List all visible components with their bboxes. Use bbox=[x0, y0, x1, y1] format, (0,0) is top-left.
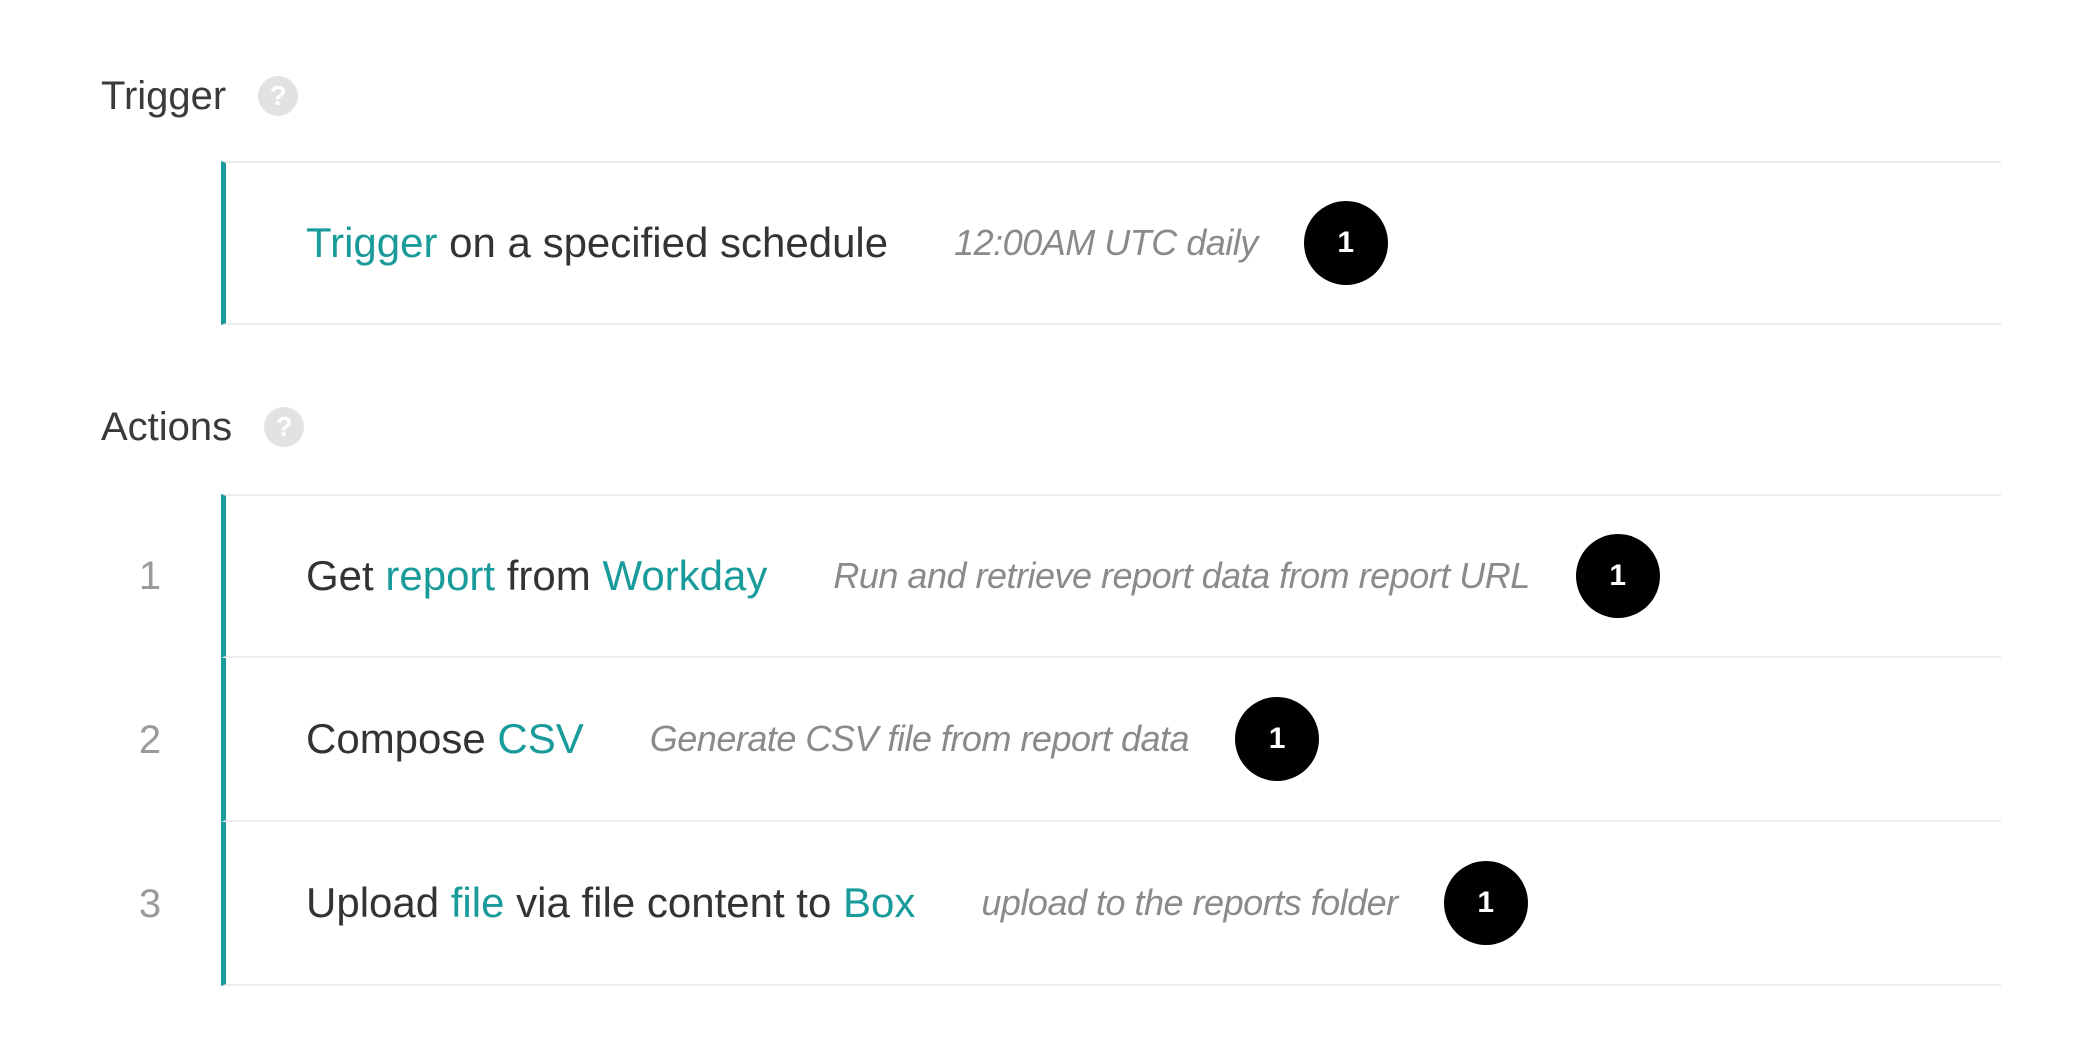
action-step-prefix: Upload bbox=[306, 879, 451, 926]
trigger-step[interactable]: Trigger on a specified schedule 12:00AM … bbox=[221, 161, 2001, 325]
trigger-section-title: Trigger ? bbox=[101, 66, 299, 126]
question-mark-icon[interactable]: ? bbox=[258, 76, 299, 116]
action-step-middle: via file content to bbox=[504, 879, 843, 926]
actions-heading: Actions bbox=[101, 404, 233, 449]
csv-link[interactable]: CSV bbox=[497, 715, 583, 762]
action-count-badge: 1 bbox=[1575, 534, 1660, 618]
box-link[interactable]: Box bbox=[843, 879, 915, 926]
trigger-heading: Trigger bbox=[101, 73, 227, 118]
action-step-number: 1 bbox=[138, 553, 162, 598]
action-step-title: Upload file via file content to Box bbox=[306, 879, 915, 927]
actions-section-title: Actions ? bbox=[101, 397, 305, 457]
report-link[interactable]: report bbox=[385, 552, 495, 599]
action-step-number: 3 bbox=[138, 881, 162, 926]
action-count-badge: 1 bbox=[1235, 697, 1320, 781]
action-step-title: Compose CSV bbox=[306, 715, 584, 763]
action-step-middle: from bbox=[495, 552, 603, 599]
trigger-count-badge: 1 bbox=[1303, 201, 1388, 285]
action-step-prefix: Compose bbox=[306, 715, 498, 762]
action-step-2[interactable]: Compose CSV Generate CSV file from repor… bbox=[221, 658, 2001, 822]
trigger-step-text: on a specified schedule bbox=[437, 219, 889, 266]
trigger-step-description: 12:00AM UTC daily bbox=[954, 222, 1258, 263]
action-step-description: Generate CSV file from report data bbox=[649, 718, 1190, 759]
trigger-link[interactable]: Trigger bbox=[306, 219, 437, 266]
workday-link[interactable]: Workday bbox=[602, 552, 767, 599]
file-link[interactable]: file bbox=[451, 879, 505, 926]
action-step-prefix: Get bbox=[306, 552, 386, 599]
trigger-step-title: Trigger on a specified schedule bbox=[306, 219, 888, 267]
question-mark-icon[interactable]: ? bbox=[264, 407, 305, 447]
action-step-title: Get report from Workday bbox=[306, 552, 767, 600]
action-step-1[interactable]: Get report from Workday Run and retrieve… bbox=[221, 494, 2001, 658]
action-step-number: 2 bbox=[138, 717, 162, 762]
action-step-3[interactable]: Upload file via file content to Box uplo… bbox=[221, 822, 2001, 986]
action-step-description: upload to the reports folder bbox=[981, 882, 1398, 923]
action-step-description: Run and retrieve report data from report… bbox=[833, 555, 1530, 596]
action-count-badge: 1 bbox=[1443, 861, 1528, 945]
